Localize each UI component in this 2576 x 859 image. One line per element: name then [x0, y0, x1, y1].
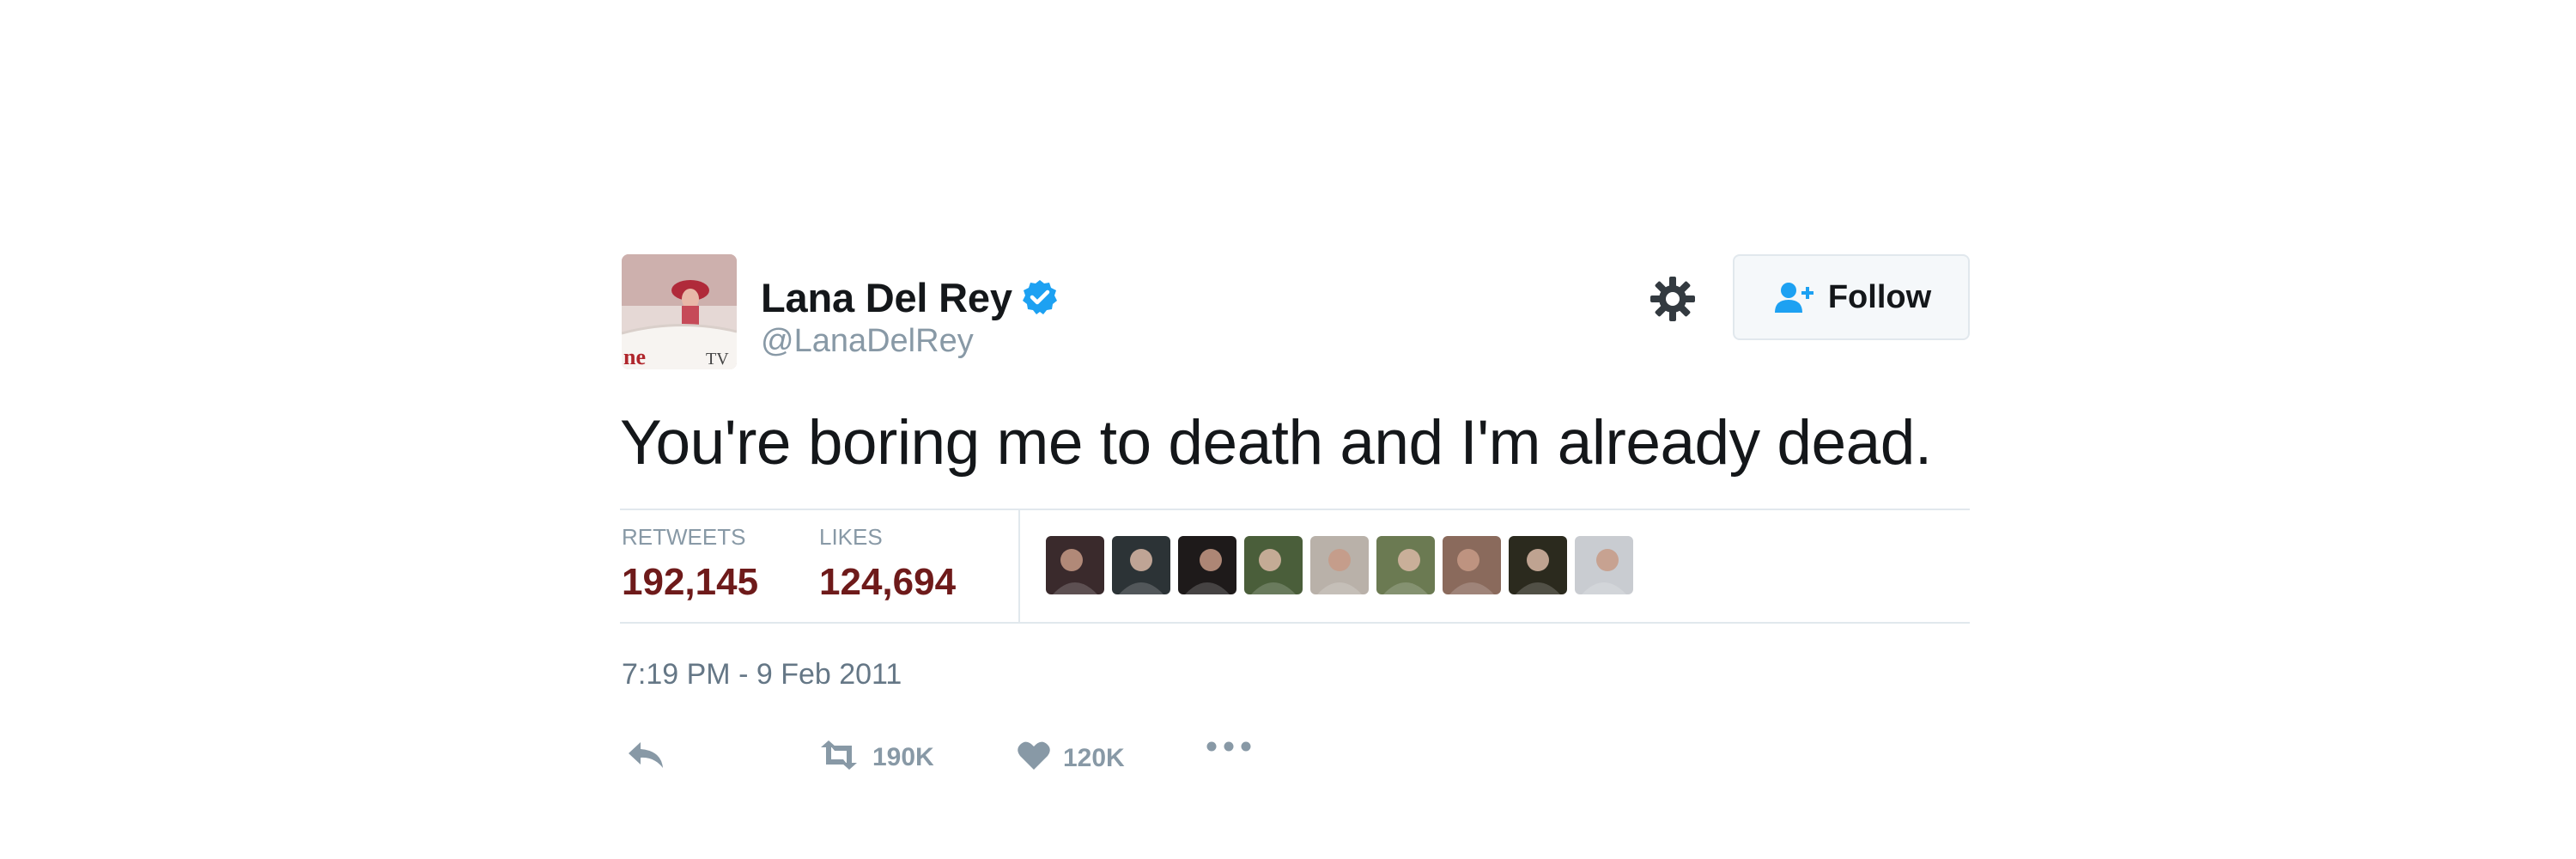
liker-avatar[interactable]	[1509, 536, 1567, 594]
liker-avatar[interactable]	[1244, 536, 1303, 594]
likes-stat[interactable]: LIKES 124,694	[819, 524, 956, 604]
stats-vertical-divider	[1018, 510, 1020, 622]
retweet-count: 190K	[872, 742, 934, 771]
display-name[interactable]: Lana Del Rey	[761, 274, 1012, 321]
user-handle[interactable]: @LanaDelRey	[761, 323, 974, 360]
stats-divider-top	[620, 509, 1970, 510]
likes-label: LIKES	[819, 524, 883, 550]
liker-avatar[interactable]	[1443, 536, 1501, 594]
retweets-value: 192,145	[622, 561, 759, 603]
more-dots-icon	[1206, 740, 1252, 757]
add-user-icon	[1771, 280, 1818, 314]
retweet-button[interactable]: 190K	[817, 740, 934, 774]
liker-avatar[interactable]	[1046, 536, 1104, 594]
like-count: 120K	[1063, 743, 1125, 772]
follow-label: Follow	[1827, 278, 1932, 315]
gear-icon[interactable]	[1647, 273, 1698, 325]
liker-avatar[interactable]	[1376, 536, 1435, 594]
liker-avatar[interactable]	[1310, 536, 1369, 594]
heart-icon	[1017, 740, 1051, 776]
verified-badge-icon	[1021, 278, 1059, 316]
tweet-text: You're boring me to death and I'm alread…	[620, 408, 1932, 478]
tweet-timestamp[interactable]: 7:19 PM - 9 Feb 2011	[622, 658, 902, 691]
avatar-tv-text: TV	[706, 350, 729, 369]
retweets-label: RETWEETS	[622, 524, 746, 550]
follow-button[interactable]: Follow	[1733, 254, 1970, 340]
stats-divider-bottom	[620, 622, 1970, 624]
liker-avatar[interactable]	[1112, 536, 1170, 594]
reply-button[interactable]	[627, 740, 665, 774]
name-row: Lana Del Rey	[761, 271, 1059, 323]
likes-value: 124,694	[819, 561, 957, 603]
retweets-stat[interactable]: RETWEETS 192,145	[622, 524, 758, 604]
reply-icon	[627, 740, 665, 774]
more-options-button[interactable]	[1206, 740, 1252, 757]
liker-avatar[interactable]	[1178, 536, 1236, 594]
avatar-ne-text: ne	[623, 344, 646, 369]
liker-avatar[interactable]	[1575, 536, 1633, 594]
liker-avatars	[1046, 536, 1641, 594]
like-button[interactable]: 120K	[1017, 740, 1125, 776]
retweet-icon	[817, 740, 860, 774]
tweet-card: ne TV Lana Del Rey @LanaDelRey Follow Yo…	[620, 254, 1971, 804]
profile-avatar[interactable]: ne TV	[622, 254, 737, 369]
